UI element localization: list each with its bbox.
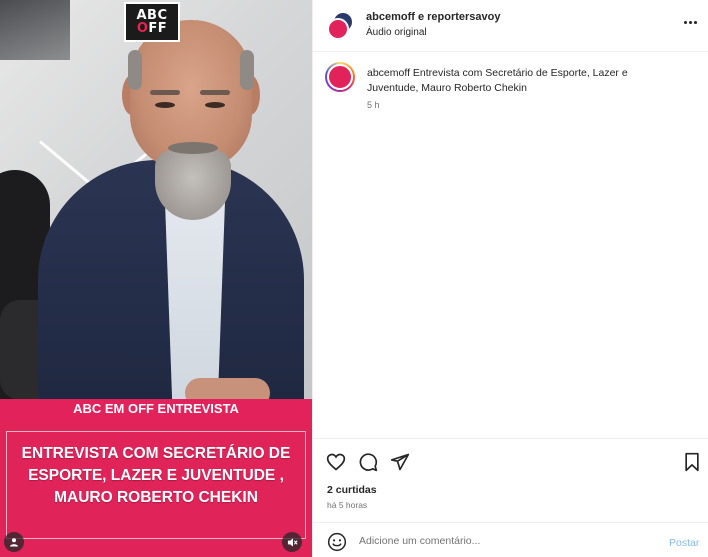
avatar: [327, 18, 349, 40]
heart-icon: [326, 453, 346, 471]
share-button[interactable]: [389, 451, 411, 473]
muted-icon: [287, 537, 298, 547]
more-icon: [683, 20, 687, 24]
abc-em-off-logo: ABC OFF: [124, 2, 180, 42]
banner-line: MAURO ROBERTO CHEKIN: [54, 489, 258, 506]
caption-timestamp: 5 h: [367, 100, 380, 110]
save-button[interactable]: [681, 451, 703, 473]
bookmark-icon: [685, 452, 699, 472]
caption-avatar[interactable]: [325, 62, 355, 92]
comment-bar: Postar: [313, 522, 708, 557]
like-button[interactable]: [325, 451, 347, 473]
more-options-button[interactable]: [679, 14, 701, 30]
audio-label[interactable]: Áudio original: [366, 27, 427, 38]
post-authors[interactable]: abcemoff e reportersavoy: [366, 11, 501, 23]
post-header: abcemoff e reportersavoy Áudio original: [313, 0, 708, 52]
collab-avatars[interactable]: [327, 12, 355, 40]
caption-username[interactable]: abcemoff: [367, 67, 410, 79]
logo-line2: OFF: [136, 21, 168, 36]
video-strip-label: ABC EM OFF ENTREVISTA: [0, 399, 312, 419]
comment-icon: [359, 453, 378, 472]
caption-text: abcemoff Entrevista com Secretário de Es…: [367, 66, 667, 96]
tagged-users-button[interactable]: [4, 532, 24, 552]
interviewee: [0, 0, 312, 420]
avatar: [327, 64, 353, 90]
comment-button[interactable]: [357, 451, 379, 473]
banner-line: ENTREVISTA COM SECRETÁRIO DE: [21, 445, 291, 462]
emoji-button[interactable]: [327, 532, 347, 552]
post-comment-button[interactable]: Postar: [669, 537, 699, 549]
banner-line: ESPORTE, LAZER E JUVENTUDE ,: [28, 467, 284, 484]
share-icon: [390, 453, 410, 471]
likes-count[interactable]: 2 curtidas: [327, 484, 377, 496]
post-panel: abcemoff e reportersavoy Áudio original …: [312, 0, 708, 557]
emoji-icon: [327, 532, 347, 552]
reel-video[interactable]: ABC OFF ABC EM OFF ENTREVISTA ENTREVISTA…: [0, 0, 312, 557]
comment-input[interactable]: [359, 532, 649, 550]
post-actions: [313, 438, 708, 482]
video-title-banner: ENTREVISTA COM SECRETÁRIO DE ESPORTE, LA…: [0, 419, 312, 557]
post-age: há 5 horas: [327, 500, 368, 510]
mute-toggle-button[interactable]: [282, 532, 302, 552]
user-tag-icon: [10, 538, 18, 547]
banner-text: ENTREVISTA COM SECRETÁRIO DE ESPORTE, LA…: [6, 443, 306, 509]
